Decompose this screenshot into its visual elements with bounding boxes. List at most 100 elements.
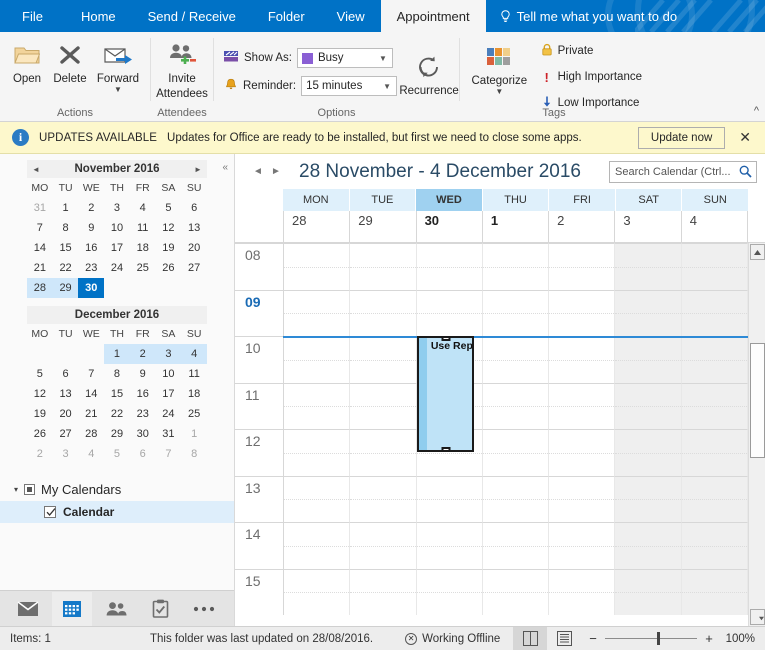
time-slot-cell[interactable]: [283, 429, 351, 476]
day-header-sun[interactable]: SUN: [682, 189, 749, 211]
time-slot-cell[interactable]: [283, 475, 351, 522]
mini-day-cell[interactable]: 12: [27, 384, 53, 404]
time-slot-cell[interactable]: [350, 568, 417, 615]
mini-day-cell[interactable]: 17: [104, 238, 130, 258]
mini-day-cell[interactable]: 3: [53, 444, 79, 464]
mini-day-cell[interactable]: 6: [181, 198, 207, 218]
time-slot-cell[interactable]: [482, 568, 550, 615]
day-header-fri[interactable]: FRI: [549, 189, 616, 211]
mini-day-cell[interactable]: 23: [78, 258, 104, 278]
time-slot-cell[interactable]: [549, 475, 616, 522]
reading-view-button[interactable]: [547, 627, 581, 650]
calendar-checkbox[interactable]: [44, 506, 56, 518]
time-slot-cell[interactable]: [416, 289, 483, 336]
mini-day-cell[interactable]: 15: [53, 238, 79, 258]
date-number[interactable]: 4: [682, 211, 748, 242]
mini-day-cell[interactable]: 9: [78, 218, 104, 238]
time-slot-cell[interactable]: [416, 475, 483, 522]
mini-day-cell[interactable]: 7: [78, 364, 104, 384]
scrollbar-thumb[interactable]: [750, 343, 765, 458]
time-slot-cell[interactable]: [482, 336, 550, 383]
date-number[interactable]: 30: [417, 211, 483, 242]
calendar-module-icon[interactable]: [52, 591, 92, 626]
day-header-tue[interactable]: TUE: [349, 189, 417, 211]
tab-folder[interactable]: Folder: [252, 0, 321, 32]
calendar-vertical-scrollbar[interactable]: [748, 243, 765, 626]
mini-day-cell[interactable]: 7: [156, 444, 182, 464]
time-slot-cell[interactable]: [681, 568, 748, 615]
mini-calendar-november-grid[interactable]: MO TU WE TH FR SA SU 31 1 2 3 4 5 6 7 8 9 10 11 12 13 14 15 16 1…: [27, 178, 207, 298]
scroll-up-button[interactable]: [750, 244, 765, 260]
time-slot-cell[interactable]: [416, 243, 483, 290]
time-slot-cell[interactable]: [350, 522, 417, 569]
mini-day-cell[interactable]: 11: [130, 218, 156, 238]
time-slot-cell[interactable]: [283, 336, 351, 383]
mini-day-cell[interactable]: 9: [130, 364, 156, 384]
time-slot-cell[interactable]: [615, 522, 682, 569]
appointment-resize-handle-bottom[interactable]: [441, 447, 451, 451]
time-slot-cell[interactable]: [615, 243, 682, 290]
time-slot-cell[interactable]: [350, 243, 417, 290]
time-slot-cell[interactable]: [615, 429, 682, 476]
mini-day-cell[interactable]: 21: [27, 258, 53, 278]
mini-day-cell[interactable]: 30: [78, 278, 105, 298]
mini-calendar-december-grid[interactable]: MO TU WE TH FR SA SU 1 2 3 4 5 6 7 8 9 10 11 12 13 14 15 16 17 1…: [27, 324, 207, 464]
time-slot-cell[interactable]: [482, 289, 550, 336]
mini-day-cell[interactable]: 11: [181, 364, 207, 384]
mini-day-cell[interactable]: 29: [52, 278, 79, 298]
mini-day-cell[interactable]: 2: [27, 444, 53, 464]
previous-week-button[interactable]: ◄: [249, 162, 267, 182]
show-as-dropdown[interactable]: Busy ▼: [296, 48, 393, 68]
time-slot-cell[interactable]: [350, 475, 417, 522]
delete-button[interactable]: Delete: [48, 36, 92, 85]
time-slot-cell[interactable]: [482, 475, 550, 522]
time-slot-cell[interactable]: [482, 243, 550, 290]
time-slot-cell[interactable]: [416, 568, 483, 615]
mini-day-cell[interactable]: 23: [130, 404, 156, 424]
zoom-slider-track[interactable]: [605, 632, 697, 645]
tell-me-search[interactable]: Tell me what you want to do: [486, 0, 691, 32]
categorize-dropdown-icon[interactable]: ▼: [495, 88, 503, 96]
people-module-icon[interactable]: [96, 592, 136, 626]
tab-file[interactable]: File: [0, 0, 65, 32]
mini-day-cell[interactable]: 1: [181, 424, 207, 444]
day-header-wed[interactable]: WED: [416, 189, 483, 211]
invite-attendees-button[interactable]: Invite Attendees: [156, 36, 208, 100]
mini-calendar-next-icon[interactable]: ►: [189, 160, 207, 178]
search-calendar-input[interactable]: Search Calendar (Ctrl...: [609, 160, 757, 183]
day-header-sat[interactable]: SAT: [615, 189, 683, 211]
expand-triangle-icon[interactable]: ▾: [14, 485, 18, 494]
mini-day-cell[interactable]: 16: [78, 238, 104, 258]
zoom-out-button[interactable]: −: [587, 631, 599, 646]
time-slot-cell[interactable]: [350, 382, 417, 429]
mail-module-icon[interactable]: [8, 592, 48, 626]
time-slot-cell[interactable]: [549, 336, 616, 383]
mini-day-cell[interactable]: 30: [130, 424, 156, 444]
mini-day-cell[interactable]: 20: [181, 238, 207, 258]
time-slot-cell[interactable]: [283, 382, 351, 429]
mini-day-cell[interactable]: 18: [130, 238, 156, 258]
mini-day-cell[interactable]: 5: [104, 444, 130, 464]
my-calendars-group[interactable]: ▾ My Calendars: [0, 478, 234, 501]
mini-day-cell[interactable]: 13: [181, 218, 207, 238]
time-slot-cell[interactable]: [482, 522, 550, 569]
time-grid[interactable]: 0809101112131415 Use Repeat Signage: [235, 243, 748, 626]
mini-day-cell[interactable]: 22: [53, 258, 79, 278]
mini-day-cell[interactable]: 1: [104, 344, 130, 364]
mini-day-cell[interactable]: 10: [104, 218, 130, 238]
appointment-block[interactable]: Use Repeat Signage: [416, 336, 475, 453]
zoom-slider-thumb[interactable]: [657, 632, 660, 645]
mini-day-cell[interactable]: 31: [156, 424, 182, 444]
mini-day-cell[interactable]: 10: [156, 364, 182, 384]
mini-day-cell[interactable]: 16: [130, 384, 156, 404]
mini-day-cell[interactable]: 21: [78, 404, 104, 424]
mini-day-cell[interactable]: 2: [78, 198, 104, 218]
mini-day-cell[interactable]: 27: [53, 424, 79, 444]
time-slot-cell[interactable]: [549, 243, 616, 290]
time-slot-cell[interactable]: [416, 522, 483, 569]
time-slot-cell[interactable]: [549, 429, 616, 476]
time-slot-cell[interactable]: [681, 475, 748, 522]
mini-day-cell[interactable]: 20: [53, 404, 79, 424]
mini-day-cell[interactable]: 5: [27, 364, 53, 384]
mini-day-cell[interactable]: 14: [78, 384, 104, 404]
